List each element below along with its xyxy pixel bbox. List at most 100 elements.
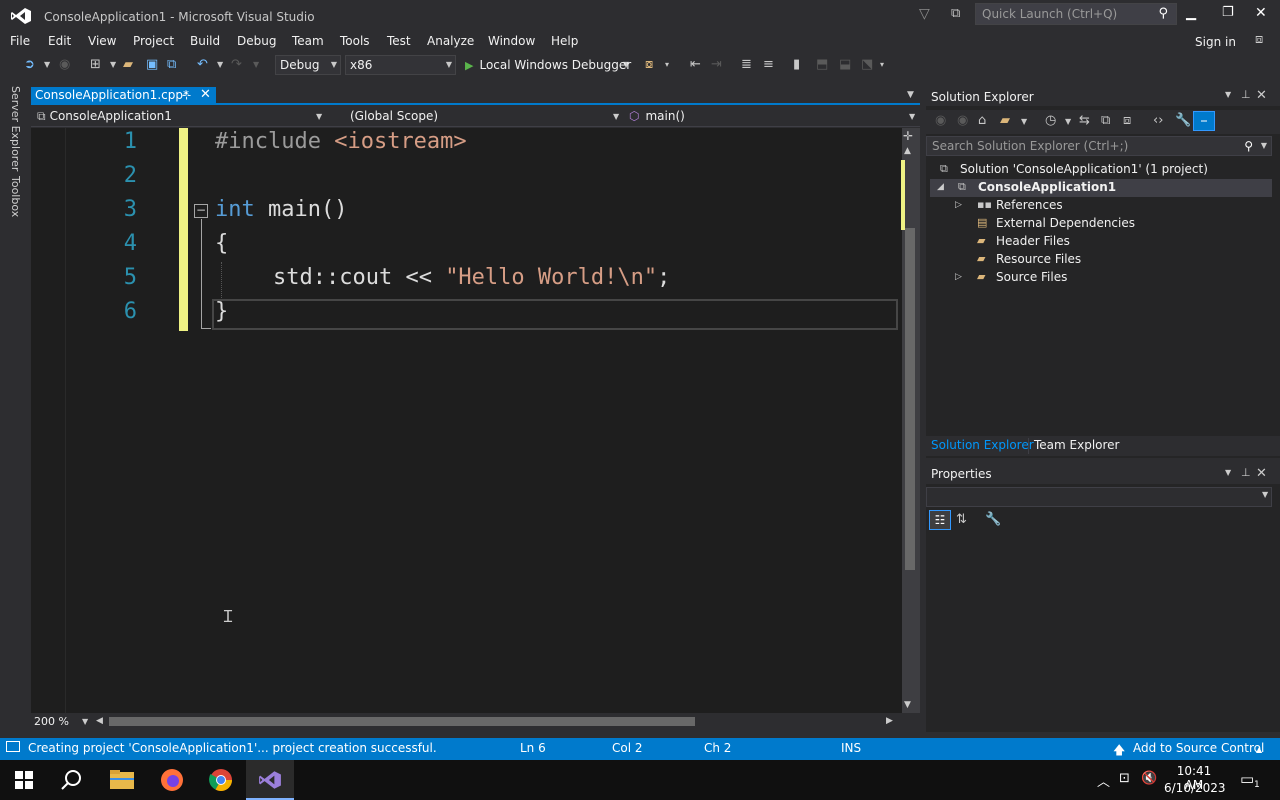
chrome-icon[interactable] xyxy=(197,760,245,800)
minimize-button[interactable]: ▁ xyxy=(1186,6,1196,21)
menu-edit[interactable]: Edit xyxy=(48,31,71,51)
add-to-source-control-button[interactable]: Add to Source Control xyxy=(1133,741,1264,755)
expanded-arrow-icon[interactable]: ◢ xyxy=(937,178,944,196)
previous-bookmark-icon[interactable]: ⬒ xyxy=(816,56,828,74)
scroll-left-icon[interactable]: ◀ xyxy=(96,714,103,729)
toolbox-tab[interactable]: Toolbox xyxy=(9,176,22,217)
redo-icon[interactable]: ↷ xyxy=(231,56,242,74)
horizontal-scrollbar-thumb[interactable] xyxy=(109,717,695,726)
categorized-icon[interactable]: ☷ xyxy=(929,510,951,530)
navigate-back-icon[interactable]: ➲ xyxy=(24,56,35,74)
menu-build[interactable]: Build xyxy=(190,31,220,51)
pending-changes-icon[interactable]: ◷ xyxy=(1045,113,1056,128)
visual-studio-taskbar-icon[interactable] xyxy=(246,760,294,800)
collapsed-arrow-icon[interactable]: ▷ xyxy=(955,196,962,214)
back-icon[interactable]: ◉ xyxy=(935,113,946,128)
window-options-icon[interactable]: ▼ xyxy=(1225,468,1231,477)
pin-icon[interactable]: ⊥ xyxy=(1241,88,1251,101)
chevron-down-icon[interactable]: ▼ xyxy=(217,56,223,74)
member-dropdown[interactable]: ⬡ main() xyxy=(629,108,909,126)
chevron-down-icon[interactable]: ▼ xyxy=(1065,117,1071,126)
chevron-down-icon[interactable]: ▼ xyxy=(1021,117,1027,126)
menu-analyze[interactable]: Analyze xyxy=(427,31,474,51)
tab-team-explorer[interactable]: Team Explorer xyxy=(1034,438,1120,452)
zoom-level[interactable]: 200 % xyxy=(34,714,69,729)
menu-test[interactable]: Test xyxy=(387,31,411,51)
scroll-down-icon[interactable]: ▼ xyxy=(904,700,911,710)
menu-help[interactable]: Help xyxy=(551,31,578,51)
close-window-button[interactable]: ✕ xyxy=(1255,5,1267,21)
show-all-files-icon[interactable]: ⧈ xyxy=(1123,113,1131,128)
collapse-all-icon[interactable]: ⧉ xyxy=(1101,113,1110,128)
chevron-up-icon[interactable]: ▲ xyxy=(1256,745,1262,754)
chevron-down-icon[interactable]: ▾ xyxy=(880,56,884,74)
sync-icon[interactable]: ⇆ xyxy=(1079,113,1090,128)
notification-icon[interactable]: ▭ xyxy=(1240,770,1254,788)
code-line-3[interactable]: int main() xyxy=(215,197,347,222)
tree-item-resource-files[interactable]: Resource Files xyxy=(996,250,1081,268)
window-options-icon[interactable]: ▼ xyxy=(1225,90,1231,99)
account-icon[interactable]: ⧈ xyxy=(1255,32,1263,47)
tab-solution-explorer[interactable]: Solution Explorer xyxy=(931,438,1034,452)
scroll-up-icon[interactable]: ▲ xyxy=(904,146,911,156)
menu-project[interactable]: Project xyxy=(133,31,174,51)
scroll-right-icon[interactable]: ▶ xyxy=(886,714,893,729)
chevron-down-icon[interactable]: ▼ xyxy=(253,56,259,74)
code-line-4[interactable]: { xyxy=(215,231,228,256)
uncomment-icon[interactable]: ≡ xyxy=(763,56,774,74)
code-line-1[interactable]: #include <iostream> xyxy=(215,129,467,154)
properties-object-select[interactable] xyxy=(926,487,1272,507)
search-icon[interactable] xyxy=(48,760,96,800)
tree-item-source-files[interactable]: Source Files xyxy=(996,268,1067,286)
code-line-5[interactable]: std::cout << "Hello World!\n"; xyxy=(273,265,670,290)
menu-tools[interactable]: Tools xyxy=(340,31,370,51)
save-all-icon[interactable]: ⧉ xyxy=(167,56,176,74)
chevron-down-icon[interactable]: ▼ xyxy=(110,56,116,74)
code-editor[interactable] xyxy=(31,128,902,713)
menu-window[interactable]: Window xyxy=(488,31,535,51)
preview-selected-items-icon[interactable]: ⎯ xyxy=(1193,111,1215,131)
network-icon[interactable]: ⊡ xyxy=(1119,771,1130,786)
collapse-icon[interactable]: − xyxy=(194,204,208,218)
switch-views-icon[interactable]: ▰ xyxy=(1000,113,1010,128)
menu-debug[interactable]: Debug xyxy=(237,31,276,51)
quick-launch-input[interactable]: Quick Launch (Ctrl+Q) ⚲ xyxy=(975,3,1177,25)
server-explorer-tab[interactable]: Server Explorer xyxy=(9,86,22,171)
menu-file[interactable]: File xyxy=(10,31,30,51)
undo-icon[interactable]: ↶ xyxy=(197,56,208,74)
navigate-forward-icon[interactable]: ◉ xyxy=(59,56,70,74)
filter-icon[interactable]: ▽ xyxy=(919,6,930,22)
firefox-icon[interactable] xyxy=(148,760,196,800)
volume-muted-icon[interactable]: 🔇 xyxy=(1141,771,1157,786)
find-in-files-icon[interactable]: ⇤ xyxy=(690,56,701,74)
comment-icon[interactable]: ≣ xyxy=(741,56,752,74)
configuration-select[interactable]: Debug ▼ xyxy=(275,55,341,75)
next-bookmark-icon[interactable]: ⬓ xyxy=(839,56,851,74)
close-icon[interactable]: ✕ xyxy=(1256,466,1267,481)
bookmark-icon[interactable]: ▮ xyxy=(793,56,800,74)
project-dropdown[interactable]: ⧉ ConsoleApplication1 xyxy=(37,108,327,126)
chevron-down-icon[interactable]: ▼ xyxy=(44,56,50,74)
show-hidden-icons-icon[interactable]: ︿ xyxy=(1097,771,1110,790)
code-line-6[interactable]: } xyxy=(215,299,228,324)
pin-icon[interactable]: ⊥ xyxy=(1241,466,1251,479)
solution-explorer-search-input[interactable]: Search Solution Explorer (Ctrl+;) ⚲ ▼ xyxy=(926,136,1272,156)
tree-item-project[interactable]: ConsoleApplication1 xyxy=(978,178,1116,196)
scope-dropdown[interactable]: (Global Scope) xyxy=(350,108,620,126)
vertical-scrollbar-thumb[interactable] xyxy=(905,228,915,570)
close-icon[interactable]: ✕ xyxy=(1256,88,1267,103)
tree-item-external-dependencies[interactable]: External Dependencies xyxy=(996,214,1135,232)
menu-view[interactable]: View xyxy=(88,31,116,51)
chevron-down-icon[interactable]: ▼ xyxy=(1262,490,1268,499)
tree-item-header-files[interactable]: Header Files xyxy=(996,232,1070,250)
windows-start-icon[interactable] xyxy=(0,760,48,800)
forward-icon[interactable]: ◉ xyxy=(957,113,968,128)
properties-wrench-icon[interactable]: 🔧 xyxy=(1175,113,1191,128)
sign-in-link[interactable]: Sign in xyxy=(1195,32,1236,52)
restore-button[interactable]: ❐ xyxy=(1222,5,1234,20)
browse-icon[interactable]: ⧇ xyxy=(645,56,653,74)
feedback-icon[interactable]: ⧉ xyxy=(951,6,960,21)
open-file-icon[interactable]: ▰ xyxy=(123,56,133,74)
new-project-icon[interactable]: ⊞ xyxy=(90,56,101,74)
indent-icon[interactable]: ⇥ xyxy=(711,56,722,74)
